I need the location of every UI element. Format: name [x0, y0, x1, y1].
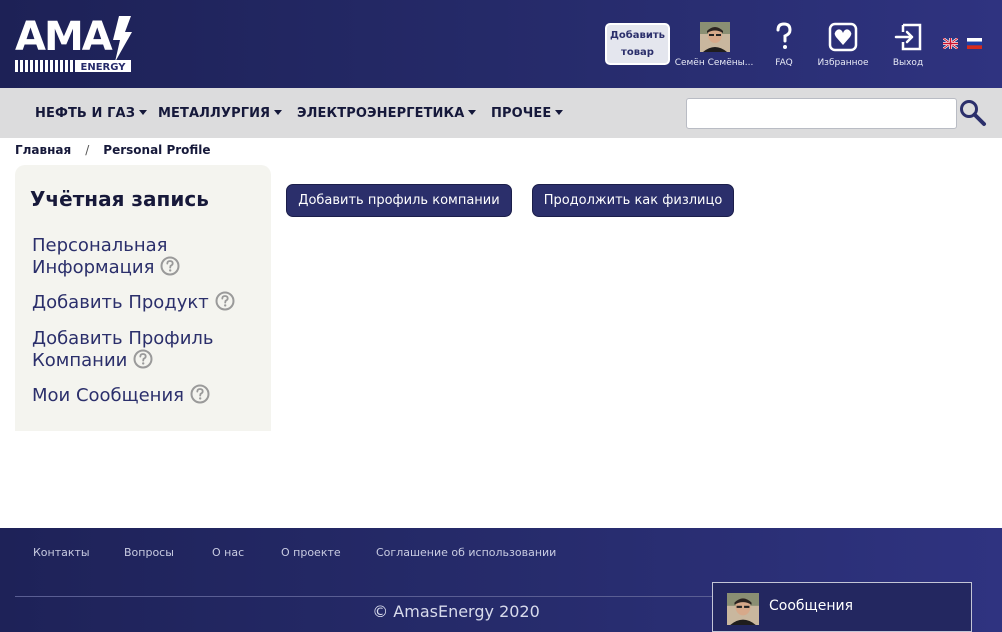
page: AMA ENERGY Добавить товар Семён Семёны..…	[0, 0, 1002, 632]
footer-link-contacts[interactable]: Контакты	[33, 546, 90, 559]
breadcrumb-home-link[interactable]: Главная	[15, 143, 71, 157]
chevron-down-icon	[468, 110, 477, 115]
add-company-profile-button[interactable]: Добавить профиль компании	[286, 184, 512, 217]
nav-oil-and-gas[interactable]: НЕФТЬ И ГАЗ	[35, 106, 148, 121]
user-avatar	[727, 593, 759, 625]
breadcrumb-separator: /	[85, 143, 90, 157]
help-circle-icon[interactable]	[133, 349, 153, 369]
sidebar-item-add-product[interactable]: Добавить Продукт	[32, 291, 235, 313]
continue-as-individual-button[interactable]: Продолжить как физлицо	[532, 184, 734, 217]
chevron-down-icon	[555, 110, 564, 115]
uk-flag-icon[interactable]	[943, 38, 958, 49]
user-profile-menu[interactable]: Семён Семёны...	[672, 22, 756, 68]
search-input[interactable]	[686, 98, 957, 129]
svg-text:AMA: AMA	[15, 14, 113, 60]
messages-label: Сообщения	[769, 598, 854, 614]
sidebar-item-label: Информация	[32, 257, 155, 278]
user-avatar	[700, 22, 730, 52]
account-sidebar: Учётная запись Персональная Информация Д…	[15, 165, 271, 431]
breadcrumb: Главная / Personal Profile	[15, 143, 211, 161]
add-product-button[interactable]: Добавить товар	[605, 23, 670, 65]
russia-flag-icon[interactable]	[967, 38, 982, 49]
heart-icon	[828, 22, 858, 52]
user-name-label: Семён Семёны...	[674, 58, 754, 68]
sidebar-title: Учётная запись	[30, 187, 209, 211]
sidebar-item-label: Мои Сообщения	[32, 385, 184, 406]
footer-link-about-project[interactable]: О проекте	[281, 546, 341, 559]
search-icon[interactable]	[958, 98, 988, 128]
help-circle-icon[interactable]	[160, 256, 180, 276]
logout-link[interactable]: Выход	[888, 22, 928, 68]
footer-link-questions[interactable]: Вопросы	[124, 546, 174, 559]
messages-chat-panel[interactable]: Сообщения	[712, 582, 972, 632]
favorites-label: Избранное	[817, 58, 869, 68]
logout-label: Выход	[892, 58, 924, 68]
nav-metallurgy[interactable]: МЕТАЛЛУРГИЯ	[158, 106, 283, 121]
nav-electric-power[interactable]: ЭЛЕКТРОЭНЕРГЕТИКА	[297, 106, 477, 121]
sidebar-item-add-company-profile[interactable]: Добавить Профиль Компании	[32, 328, 214, 371]
sidebar-item-label: Добавить Продукт	[32, 292, 209, 313]
logout-icon	[894, 23, 922, 51]
faq-label: FAQ	[775, 58, 793, 68]
faq-link[interactable]: FAQ	[769, 22, 799, 68]
chevron-down-icon	[274, 110, 283, 115]
chevron-down-icon	[139, 110, 148, 115]
sidebar-item-label: Компании	[32, 350, 128, 371]
question-mark-icon	[776, 22, 792, 49]
footer-link-terms[interactable]: Соглашение об использовании	[376, 546, 556, 559]
sidebar-item-personal-info[interactable]: Персональная Информация	[32, 235, 180, 278]
svg-text:ENERGY: ENERGY	[81, 62, 127, 73]
site-header: AMA ENERGY Добавить товар Семён Семёны..…	[0, 0, 1002, 88]
favorites-link[interactable]: Избранное	[812, 22, 874, 68]
nav-other[interactable]: ПРОЧЕЕ	[491, 106, 564, 121]
breadcrumb-current: Personal Profile	[103, 143, 211, 157]
footer-link-about-us[interactable]: О нас	[212, 546, 244, 559]
sidebar-item-label: Персональная	[32, 235, 168, 256]
help-circle-icon[interactable]	[215, 291, 235, 311]
sidebar-item-my-messages[interactable]: Мои Сообщения	[32, 384, 210, 406]
help-circle-icon[interactable]	[190, 384, 210, 404]
amas-energy-logo[interactable]: AMA ENERGY	[15, 12, 135, 76]
sidebar-item-label: Добавить Профиль	[32, 328, 214, 349]
